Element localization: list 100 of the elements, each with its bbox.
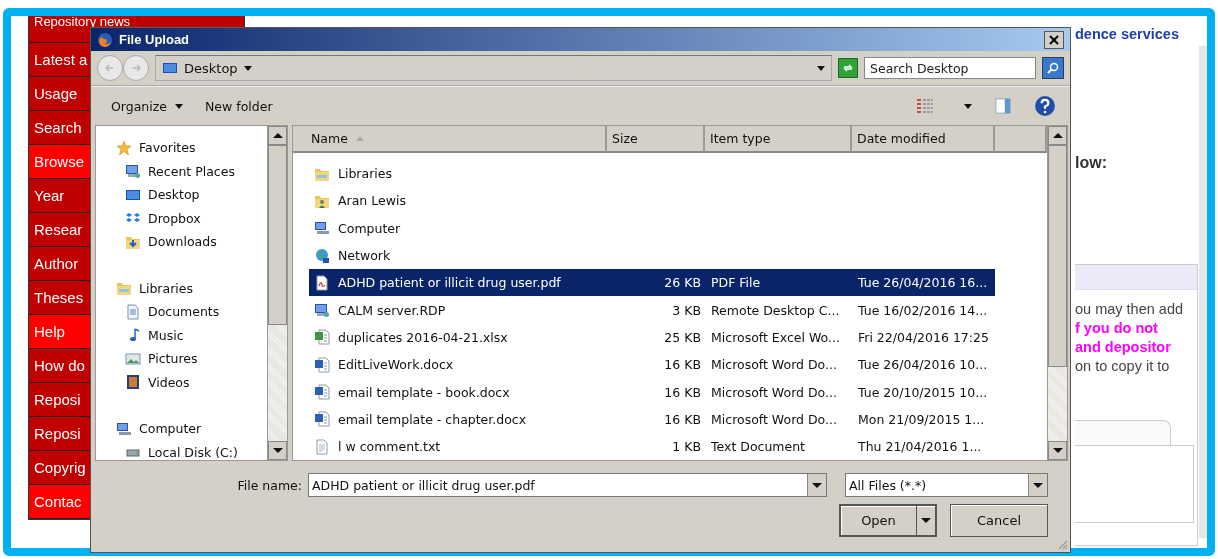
flame-globe-icon xyxy=(97,31,113,48)
file-type: Remote Desktop C... xyxy=(711,302,840,318)
address-bar[interactable]: Desktop xyxy=(155,55,832,81)
new-folder-button[interactable]: New folder xyxy=(205,98,273,114)
file-name: Libraries xyxy=(338,166,392,182)
file-name: Aran Lewis xyxy=(338,193,406,209)
word-document-icon xyxy=(314,384,330,400)
close-icon xyxy=(1049,34,1059,45)
file-name: EditLiveWork.docx xyxy=(338,357,454,373)
date-modified: Tue 16/02/2016 14... xyxy=(858,302,988,318)
file-row[interactable]: Libraries xyxy=(309,160,995,188)
panel-text: f you do not xyxy=(1075,319,1159,338)
open-button[interactable]: Open xyxy=(839,504,937,537)
date-modified: Thu 21/04/2016 1... xyxy=(858,439,982,455)
file-row[interactable]: CALM server.RDP 3 KB Remote Desktop C... Tue 16/02/2016 14... xyxy=(309,296,995,324)
date-modified: Tue 20/10/2015 10... xyxy=(858,384,988,400)
column-header[interactable]: Size xyxy=(607,126,705,153)
file-row[interactable]: Network xyxy=(309,241,995,270)
search-icon xyxy=(1046,61,1060,75)
column-header[interactable]: Name xyxy=(293,126,607,153)
resize-grip-icon xyxy=(1056,538,1068,550)
preview-pane-icon[interactable] xyxy=(994,98,1012,114)
tree-item[interactable]: Local Disk (C:) xyxy=(116,440,267,460)
help-icon[interactable] xyxy=(1034,95,1056,117)
file-type: Microsoft Word Do... xyxy=(711,384,837,400)
globe-icon xyxy=(314,247,330,264)
file-name-field[interactable]: ADHD patient or illicit drug user.pdf xyxy=(308,473,827,497)
file-name: CALM server.RDP xyxy=(338,302,446,318)
file-row[interactable]: duplicates 2016-04-21.xlsx 25 KB Microsoft Excel Wo... Fri 22/04/2016 17:25 xyxy=(309,323,995,352)
file-row[interactable]: EditLiveWork.docx 16 KB Microsoft Word Do... Tue 26/04/2016 10... xyxy=(309,351,995,379)
column-header[interactable]: Date modified xyxy=(852,126,995,153)
panel-text: on to copy it to xyxy=(1075,357,1171,376)
word-document-icon xyxy=(314,411,330,428)
file-size: 26 KB xyxy=(664,275,701,291)
date-modified: Fri 22/04/2016 17:25 xyxy=(858,329,989,345)
file-name: email template - chapter.docx xyxy=(338,411,527,427)
tree-item[interactable]: Dropbox xyxy=(116,206,267,230)
tree-item[interactable]: Favorites xyxy=(116,136,267,160)
refresh-button[interactable] xyxy=(838,58,858,78)
file-name: Network xyxy=(338,248,391,264)
computer-icon xyxy=(116,420,132,437)
close-button[interactable] xyxy=(1044,30,1064,49)
tree-item[interactable]: Computer xyxy=(116,417,267,441)
file-row[interactable]: Aran Lewis xyxy=(309,187,995,215)
file-row[interactable]: email template - chapter.docx 16 KB Microsoft Word Do... Mon 21/09/2015 1... xyxy=(309,405,995,433)
file-size: 3 KB xyxy=(672,302,701,318)
file-row[interactable]: l w comment.txt 1 KB Text Document Thu 21/04/2016 1... xyxy=(309,432,995,460)
file-type: Text Document xyxy=(711,439,805,455)
file-size: 25 KB xyxy=(664,329,701,345)
scrollbar[interactable] xyxy=(267,126,287,460)
page-heading: dence services xyxy=(1075,26,1180,42)
file-type-filter[interactable]: All Files (*.*) xyxy=(845,473,1048,497)
cancel-button[interactable]: Cancel xyxy=(950,504,1048,537)
file-name: l w comment.txt xyxy=(338,439,441,455)
date-modified: Mon 21/09/2015 1... xyxy=(858,411,985,427)
file-type: Microsoft Word Do... xyxy=(711,411,837,427)
instructions-text: low: xyxy=(1075,154,1108,172)
file-type: Microsoft Excel Wo... xyxy=(711,329,840,345)
spreadsheet-icon xyxy=(314,329,330,346)
file-type: PDF File xyxy=(711,275,761,291)
star-icon xyxy=(116,139,132,156)
scrollbar[interactable] xyxy=(1047,126,1067,460)
view-list-icon[interactable] xyxy=(916,98,934,114)
panel-text: ou may then add xyxy=(1075,300,1185,319)
computer-icon xyxy=(314,220,330,237)
tree-item[interactable]: Desktop xyxy=(116,183,267,207)
back-forward-buttons[interactable] xyxy=(97,55,149,81)
text-file-icon xyxy=(314,438,330,455)
file-row[interactable]: ADHD patient or illicit drug user.pdf 26 KB PDF File Tue 26/04/2016 16... xyxy=(309,269,995,297)
file-size: 16 KB xyxy=(664,411,701,427)
file-name: email template - book.docx xyxy=(338,384,510,400)
file-size: 16 KB xyxy=(664,384,701,400)
panel-text: and depositor xyxy=(1075,338,1172,357)
column-header[interactable]: Item type xyxy=(705,126,852,153)
file-type: Microsoft Word Do... xyxy=(711,357,837,373)
tree-item[interactable]: Libraries xyxy=(116,276,267,300)
page-scrollbar[interactable] xyxy=(1199,46,1207,538)
dialog-title: File Upload xyxy=(119,32,191,47)
file-row[interactable]: email template - book.docx 16 KB Microsoft Word Do... Tue 20/10/2015 10... xyxy=(309,378,995,406)
tree-item[interactable]: Documents xyxy=(116,300,267,324)
file-name: duplicates 2016-04-21.xlsx xyxy=(338,329,508,345)
picture-icon xyxy=(125,350,141,367)
file-name: Computer xyxy=(338,220,401,236)
tree-item[interactable]: Pictures xyxy=(116,347,267,371)
caret-icon[interactable] xyxy=(964,103,972,109)
document-icon xyxy=(125,303,141,320)
tree-item[interactable]: Music xyxy=(116,323,267,347)
file-name: ADHD patient or illicit drug user.pdf xyxy=(338,275,561,291)
tree-item[interactable]: Videos xyxy=(116,370,267,394)
tree-item[interactable]: Recent Places xyxy=(116,159,267,183)
file-name-label: File name: xyxy=(237,477,302,493)
search-button[interactable] xyxy=(1042,57,1064,79)
tree-item[interactable]: Downloads xyxy=(116,230,267,254)
date-modified: Tue 26/04/2016 16... xyxy=(858,275,988,291)
organize-menu[interactable]: Organize xyxy=(111,98,183,114)
pdf-document-icon xyxy=(314,274,330,291)
search-field[interactable]: Search Desktop xyxy=(864,57,1036,79)
folder-icon xyxy=(116,280,132,297)
refresh-icon xyxy=(842,62,854,74)
file-row[interactable]: Computer xyxy=(309,214,995,242)
